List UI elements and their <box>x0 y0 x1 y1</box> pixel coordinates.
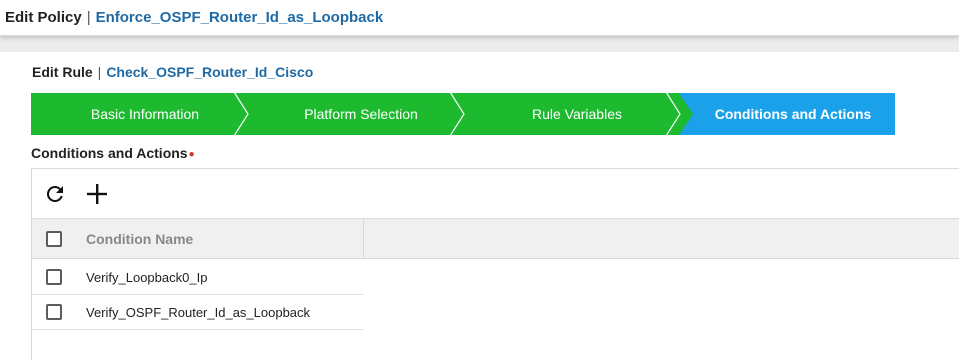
chevron-right-icon <box>665 93 693 135</box>
wizard-step-label: Rule Variables <box>531 106 622 122</box>
chevron-right-icon <box>233 93 261 135</box>
condition-name-cell: Verify_OSPF_Router_Id_as_Loopback <box>86 304 311 320</box>
page-title: Edit Policy <box>5 9 82 26</box>
select-all-cell <box>32 230 76 247</box>
section-title-text: Conditions and Actions <box>31 145 188 161</box>
conditions-section-title: Conditions and Actions● <box>31 145 195 161</box>
wizard-steps: Basic Information Platform Selection Rul… <box>31 93 895 135</box>
title-separator: | <box>86 9 91 26</box>
wizard-step-label: Conditions and Actions <box>714 106 872 122</box>
chevron-right-icon <box>449 93 477 135</box>
wizard-step-label: Basic Information <box>90 106 200 122</box>
wizard-step-basic-information[interactable]: Basic Information <box>31 93 261 135</box>
condition-name-cell: Verify_Loopback0_Ip <box>86 269 208 285</box>
select-all-checkbox[interactable] <box>46 230 62 247</box>
rule-separator: | <box>97 64 102 80</box>
policy-name: Enforce_OSPF_Router_Id_as_Loopback <box>95 9 384 26</box>
required-marker: ● <box>188 149 195 160</box>
refresh-icon <box>46 185 63 202</box>
wizard-step-rule-variables[interactable]: Rule Variables <box>463 93 693 135</box>
wizard-step-conditions-and-actions[interactable]: Conditions and Actions <box>679 93 895 135</box>
rule-name: Check_OSPF_Router_Id_Cisco <box>106 64 314 80</box>
row-check-cell <box>32 304 76 320</box>
table-row[interactable]: Verify_OSPF_Router_Id_as_Loopback <box>32 295 364 330</box>
header-shadow-strip <box>0 36 959 52</box>
page-header: Edit Policy | Enforce_OSPF_Router_Id_as_… <box>0 0 959 36</box>
row-checkbox[interactable] <box>46 304 62 320</box>
conditions-grid-panel: Condition Name Verify_Loopback0_Ip Verif… <box>31 168 959 360</box>
wizard-step-label: Platform Selection <box>304 106 418 122</box>
column-header-condition-name[interactable]: Condition Name <box>76 218 364 259</box>
plus-icon <box>87 183 107 204</box>
grid-rows: Verify_Loopback0_Ip Verify_OSPF_Router_I… <box>32 260 364 330</box>
table-row[interactable]: Verify_Loopback0_Ip <box>32 260 364 295</box>
edit-rule-title: Edit Rule <box>32 64 93 80</box>
wizard-step-platform-selection[interactable]: Platform Selection <box>247 93 477 135</box>
edit-rule-heading: Edit Rule | Check_OSPF_Router_Id_Cisco <box>32 64 313 80</box>
grid-toolbar <box>32 169 959 219</box>
row-check-cell <box>32 269 76 285</box>
add-condition-button[interactable] <box>84 181 110 207</box>
row-checkbox[interactable] <box>46 269 62 285</box>
grid-header: Condition Name <box>32 218 959 259</box>
refresh-button[interactable] <box>42 181 68 207</box>
